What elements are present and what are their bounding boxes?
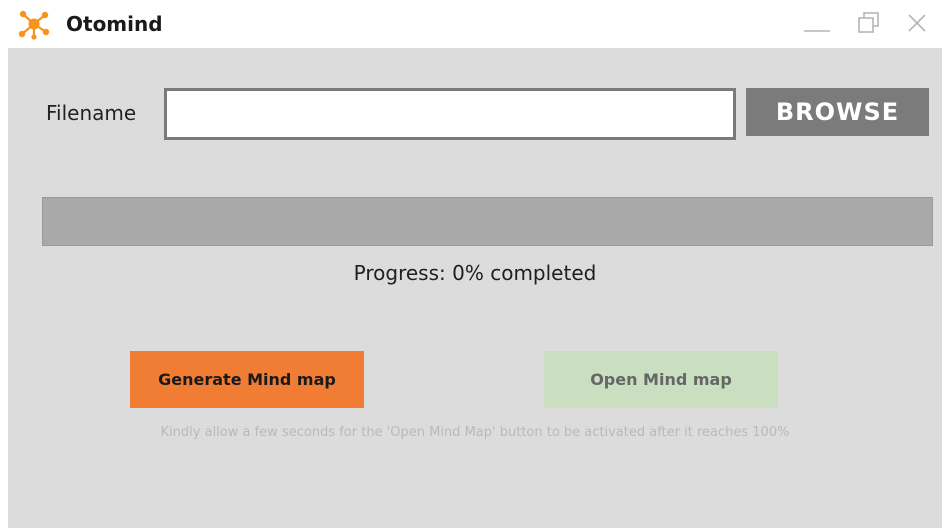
- progress-status: Progress: 0% completed: [353, 261, 597, 285]
- maximize-button[interactable]: [852, 8, 886, 38]
- minimize-icon: [804, 30, 830, 32]
- main-panel: Filename BROWSE Progress: 0% completed G…: [8, 48, 942, 528]
- minimize-button[interactable]: [800, 8, 834, 38]
- close-icon: [908, 14, 926, 32]
- app-window: Otomind Filename BROWSE Progress: 0% com: [0, 0, 942, 528]
- close-button[interactable]: [900, 8, 934, 38]
- open-mind-map-button[interactable]: Open Mind map: [544, 351, 778, 408]
- progress-bar: [42, 197, 933, 246]
- filename-input[interactable]: [164, 88, 736, 140]
- restore-icon: [858, 12, 879, 33]
- filename-label: Filename: [46, 101, 137, 125]
- hint-text: Kindly allow a few seconds for the 'Open…: [160, 425, 790, 440]
- otomind-logo-icon: [18, 10, 50, 40]
- app-title: Otomind: [66, 12, 163, 36]
- title-bar[interactable]: Otomind: [0, 0, 942, 48]
- browse-button[interactable]: BROWSE: [746, 88, 929, 136]
- generate-mind-map-button[interactable]: Generate Mind map: [130, 351, 364, 408]
